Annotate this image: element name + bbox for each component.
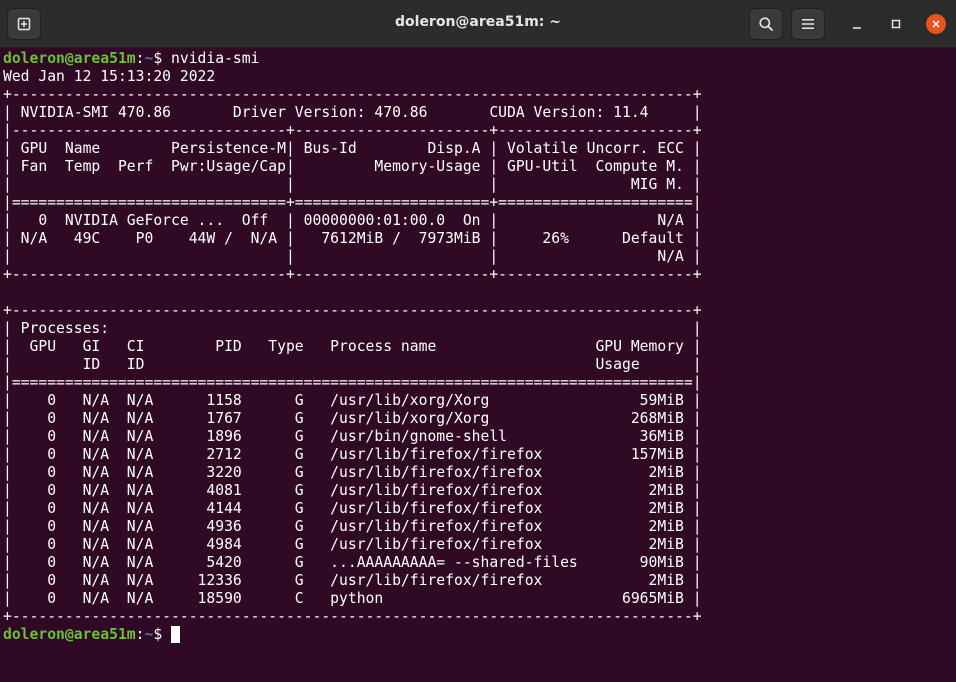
output-line: Wed Jan 12 15:13:20 2022: [3, 68, 216, 85]
close-button[interactable]: [926, 14, 946, 34]
prompt-user: doleron@area51m: [3, 50, 136, 67]
output-line: | ID ID Usage |: [3, 356, 702, 373]
output-line: |===============================+=======…: [3, 194, 702, 211]
output-line: | 0 N/A N/A 5420 G ...AAAAAAAAA= --share…: [3, 554, 702, 571]
output-line: | 0 N/A N/A 1767 G /usr/lib/xorg/Xorg 26…: [3, 410, 702, 427]
output-line: | Fan Temp Perf Pwr:Usage/Cap| Memory-Us…: [3, 158, 702, 175]
maximize-icon: [891, 19, 901, 29]
menu-button[interactable]: [791, 8, 825, 40]
output-line: | NVIDIA-SMI 470.86 Driver Version: 470.…: [3, 104, 702, 121]
output-line: | 0 N/A N/A 4081 G /usr/lib/firefox/fire…: [3, 482, 702, 499]
active-prompt-line[interactable]: doleron@area51m:~$: [3, 626, 946, 644]
minimize-icon: [853, 27, 861, 29]
terminal-output[interactable]: doleron@area51m:~$ nvidia-smi Wed Jan 12…: [0, 48, 946, 682]
search-button[interactable]: [749, 8, 783, 40]
output-line: | N/A 49C P0 44W / N/A | 7612MiB / 7973M…: [3, 230, 702, 247]
terminal-window: doleron@area51m: ~ doleron@area51m:~$ nv…: [0, 0, 956, 682]
prompt-symbol: $: [153, 626, 172, 643]
new-tab-icon: [17, 17, 31, 31]
output-line: +---------------------------------------…: [3, 608, 702, 625]
output-line: | GPU Name Persistence-M| Bus-Id Disp.A …: [3, 140, 702, 157]
terminal-scrollbar[interactable]: [946, 48, 956, 682]
prompt-symbol: $: [153, 50, 172, 67]
text-cursor: [171, 626, 181, 643]
output-line: +---------------------------------------…: [3, 86, 702, 103]
output-line: | 0 NVIDIA GeForce ... Off | 00000000:01…: [3, 212, 702, 229]
output-line: |=======================================…: [3, 374, 702, 391]
command-prompt-line: doleron@area51m:~$ nvidia-smi: [3, 50, 946, 68]
prompt-path: ~: [144, 626, 154, 643]
output-line: | 0 N/A N/A 4144 G /usr/lib/firefox/fire…: [3, 500, 702, 517]
command-text: nvidia-smi: [171, 50, 260, 67]
output-line: +---------------------------------------…: [3, 302, 702, 319]
prompt-path: ~: [144, 50, 154, 67]
output-line: | GPU GI CI PID Type Process name GPU Me…: [3, 338, 702, 355]
hamburger-menu-icon: [802, 19, 814, 29]
new-tab-button[interactable]: [7, 8, 41, 40]
output-line: | 0 N/A N/A 4936 G /usr/lib/firefox/fire…: [3, 518, 702, 535]
output-line: | Processes: |: [3, 320, 702, 337]
maximize-button[interactable]: [886, 14, 906, 34]
output-line: | 0 N/A N/A 4984 G /usr/lib/firefox/fire…: [3, 536, 702, 553]
output-line: | 0 N/A N/A 12336 G /usr/lib/firefox/fir…: [3, 572, 702, 589]
output-line: | 0 N/A N/A 3220 G /usr/lib/firefox/fire…: [3, 464, 702, 481]
output-line: | 0 N/A N/A 1158 G /usr/lib/xorg/Xorg 59…: [3, 392, 702, 409]
output-line: | 0 N/A N/A 2712 G /usr/lib/firefox/fire…: [3, 446, 702, 463]
prompt-user: doleron@area51m: [3, 626, 136, 643]
command-output: Wed Jan 12 15:13:20 2022 +---------------…: [3, 68, 946, 626]
minimize-button[interactable]: [847, 14, 867, 34]
output-line: |-------------------------------+-------…: [3, 122, 702, 139]
search-icon: [759, 17, 773, 31]
output-line: | | | N/A |: [3, 248, 702, 265]
output-line: | | | MIG M. |: [3, 176, 702, 193]
output-line: +-------------------------------+-------…: [3, 266, 702, 283]
output-line: | 0 N/A N/A 1896 G /usr/bin/gnome-shell …: [3, 428, 702, 445]
output-line: | 0 N/A N/A 18590 C python 6965MiB |: [3, 590, 702, 607]
close-icon: [932, 20, 940, 28]
title-bar[interactable]: doleron@area51m: ~: [0, 0, 956, 48]
